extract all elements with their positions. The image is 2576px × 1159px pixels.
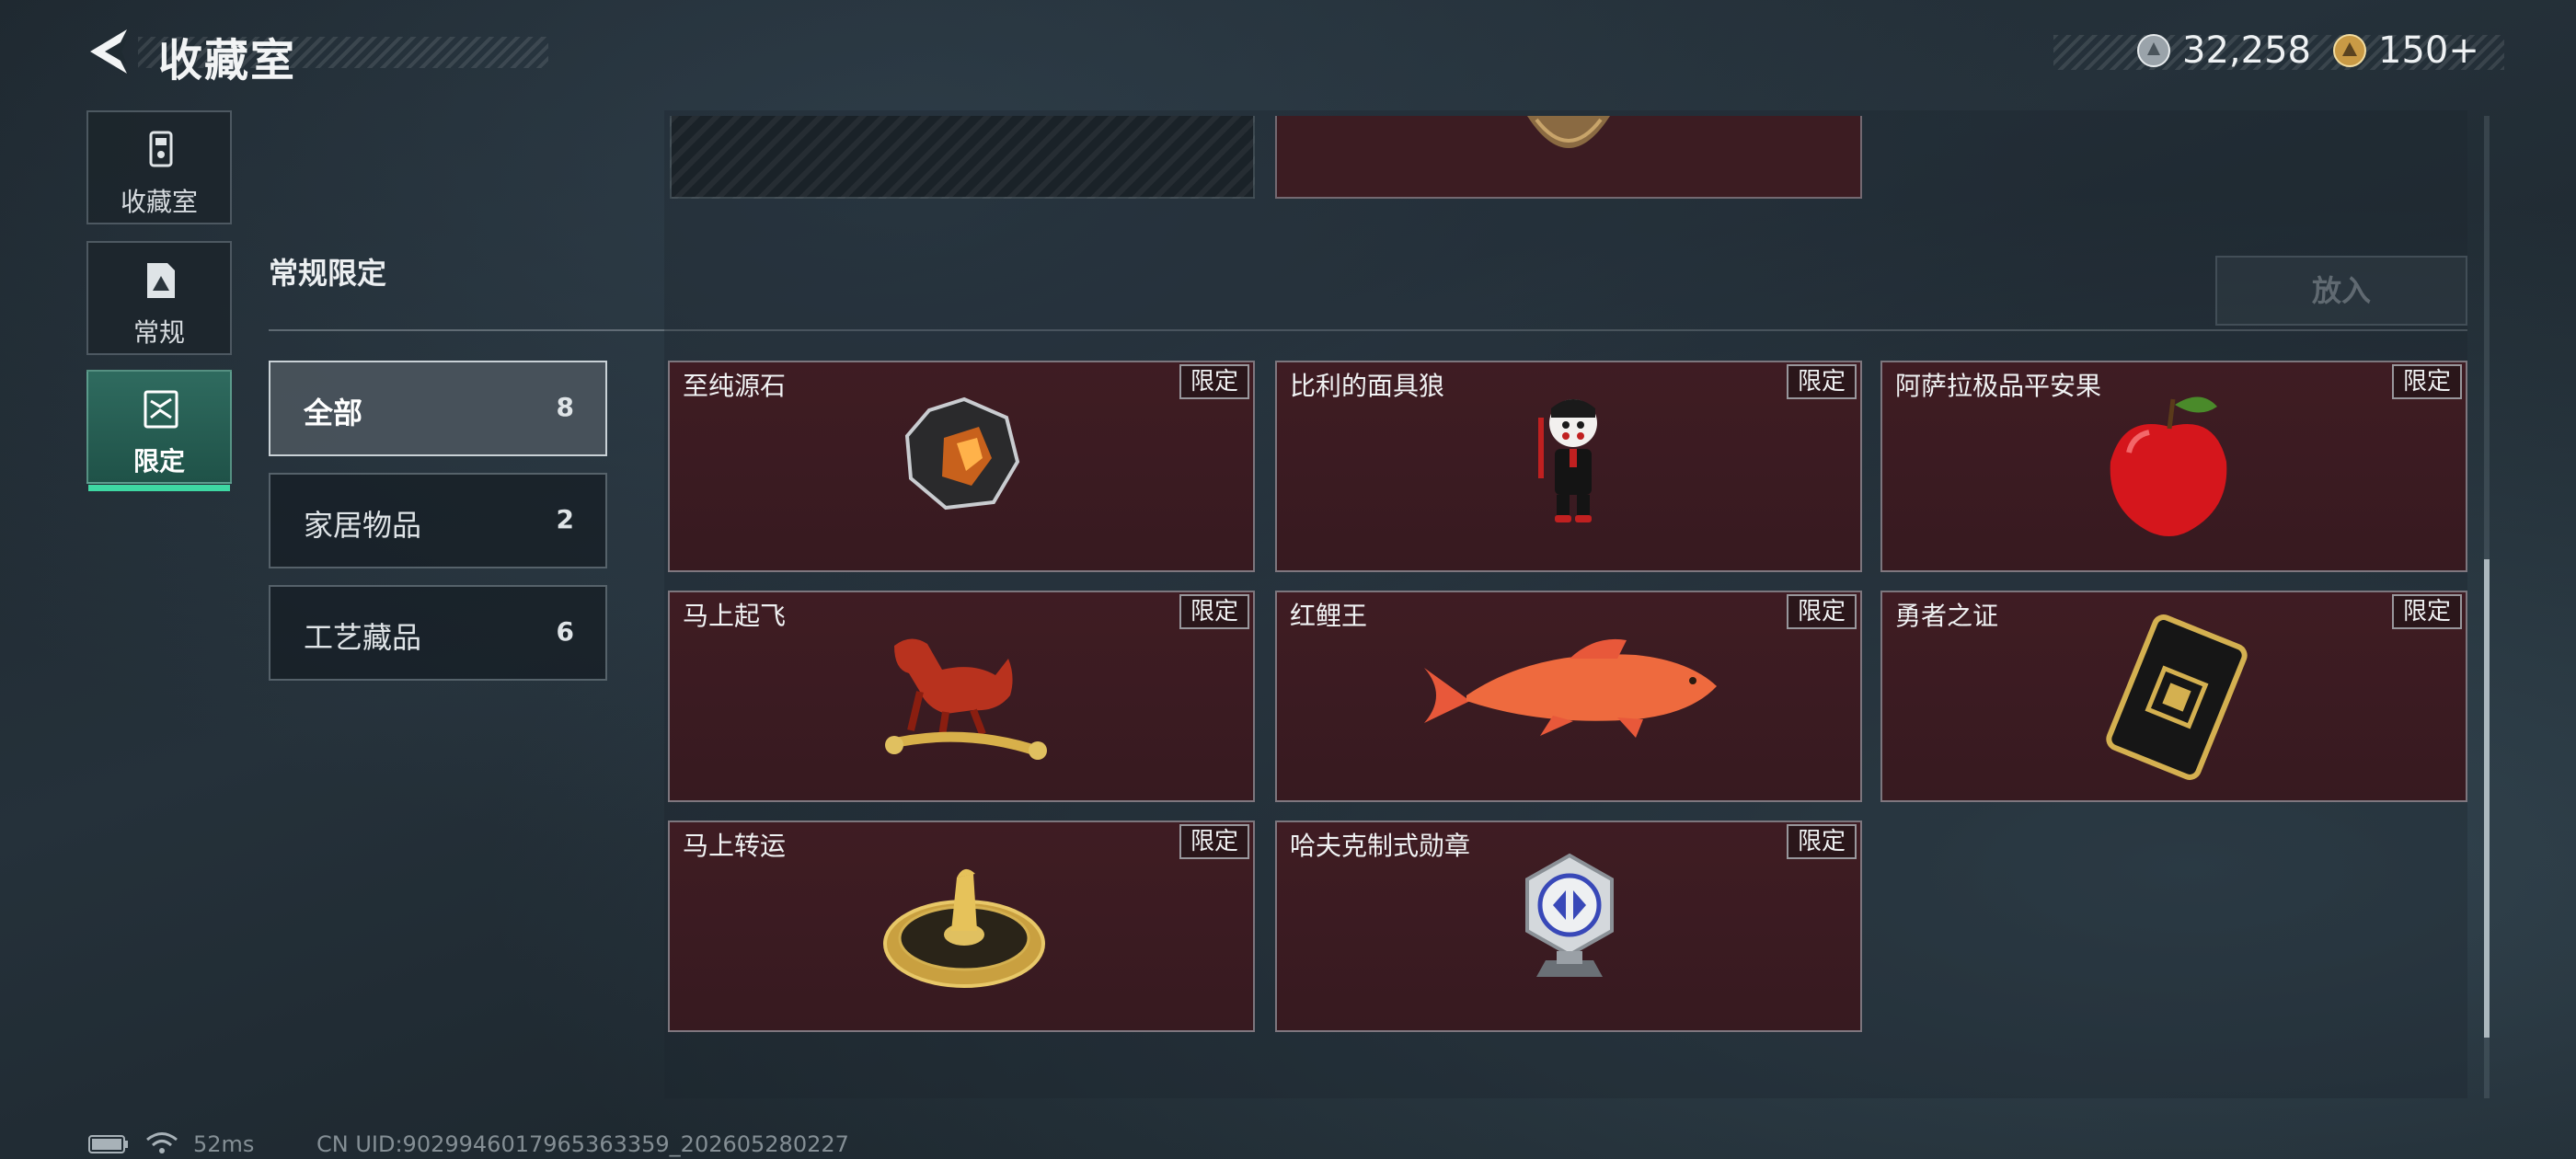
- regular-icon: [140, 259, 182, 302]
- filter-all[interactable]: 全部 8: [269, 361, 607, 456]
- nav-regular[interactable]: 常规: [86, 241, 232, 355]
- limited-badge: 限定: [1179, 594, 1249, 629]
- item-card[interactable]: 红鲤王 限定: [1275, 591, 1862, 802]
- item-name: 至纯源石: [683, 371, 787, 401]
- item-card[interactable]: 马上起飞 限定: [668, 591, 1255, 802]
- nav-regular-label: 常规: [132, 317, 185, 348]
- item-name: 红鲤王: [1290, 601, 1368, 631]
- limited-badge: 限定: [2391, 364, 2462, 399]
- item-name: 马上起飞: [683, 601, 787, 631]
- limited-badge: 限定: [1179, 364, 1249, 399]
- limited-badge: 限定: [2391, 594, 2462, 629]
- filter-home-items[interactable]: 家居物品 2: [269, 473, 607, 568]
- gold-coin-amount[interactable]: 150+: [2378, 29, 2479, 72]
- basket-icon: [1518, 116, 1619, 162]
- scrollbar-thumb[interactable]: [2484, 559, 2490, 1038]
- battery-icon: [88, 1135, 129, 1153]
- item-card[interactable]: 阿萨拉极品平安果 限定: [1880, 361, 2467, 572]
- item-card[interactable]: 勇者之证 限定: [1880, 591, 2467, 802]
- item-card[interactable]: 比利的面具狼 限定: [1275, 361, 1862, 572]
- filter-crafts-label: 工艺藏品: [304, 620, 422, 655]
- limited-badge: 限定: [1786, 824, 1857, 859]
- ping-text: 52ms: [193, 1131, 255, 1157]
- silver-coin-icon: [2136, 33, 2171, 68]
- filter-crafts[interactable]: 工艺藏品 6: [269, 585, 607, 681]
- silver-coin-amount: 32,258: [2182, 29, 2311, 72]
- filter-home-items-label: 家居物品: [304, 508, 422, 543]
- page-title: 收藏室: [158, 35, 297, 86]
- limited-badge: 限定: [1786, 594, 1857, 629]
- item-slot-empty: [670, 116, 1255, 199]
- uid-text: CN UID:9029946017965363359_202605280227: [316, 1131, 849, 1157]
- nav-active-indicator: [88, 485, 230, 491]
- nav-collection[interactable]: 收藏室: [86, 110, 232, 224]
- filter-all-label: 全部: [304, 396, 363, 430]
- item-card[interactable]: 至纯源石 限定: [668, 361, 1255, 572]
- filter-all-count: 8: [556, 392, 574, 422]
- item-name: 勇者之证: [1895, 601, 1999, 631]
- item-name: 哈夫克制式勋章: [1290, 831, 1471, 861]
- nav-collection-label: 收藏室: [120, 187, 198, 217]
- item-name: 比利的面具狼: [1290, 371, 1445, 401]
- nav-limited-label: 限定: [132, 446, 185, 476]
- item-name: 马上转运: [683, 831, 787, 861]
- nav-limited[interactable]: 限定: [86, 370, 232, 491]
- gold-coin-icon: [2332, 33, 2367, 68]
- filter-home-items-count: 2: [556, 504, 574, 534]
- wifi-icon: [145, 1131, 178, 1155]
- collection-icon: [140, 129, 182, 171]
- limited-icon: [140, 388, 182, 430]
- filter-crafts-count: 6: [556, 616, 574, 647]
- limited-badge: 限定: [1786, 364, 1857, 399]
- limited-badge: 限定: [1179, 824, 1249, 859]
- back-arrow-icon[interactable]: [85, 26, 136, 77]
- item-name: 阿萨拉极品平安果: [1895, 371, 2102, 401]
- item-card[interactable]: 哈夫克制式勋章 限定: [1275, 820, 1862, 1032]
- section-title: 常规限定: [269, 256, 387, 291]
- item-card[interactable]: 马上转运 限定: [668, 820, 1255, 1032]
